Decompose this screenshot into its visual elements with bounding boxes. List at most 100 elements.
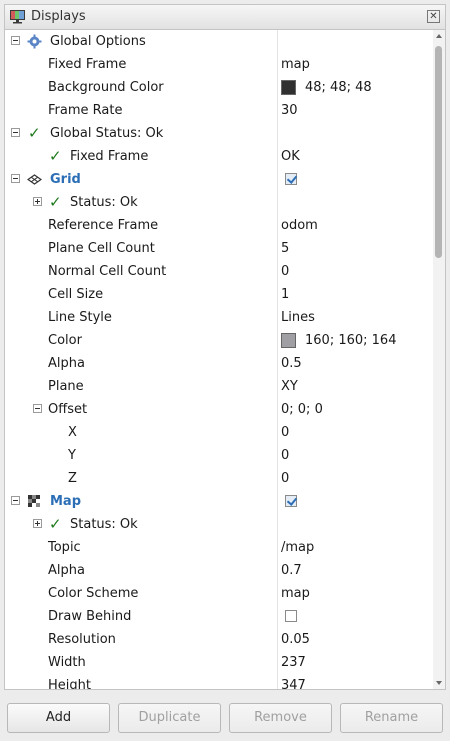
property-value[interactable]: 0 bbox=[281, 467, 289, 490]
property-name: Normal Cell Count bbox=[48, 264, 167, 279]
property-name: Frame Rate bbox=[48, 103, 123, 118]
property-row[interactable]: X 0 bbox=[5, 421, 433, 444]
status-row[interactable]: ✓ Status: Ok bbox=[5, 513, 433, 536]
property-name: Plane bbox=[48, 379, 84, 394]
property-name: Color Scheme bbox=[48, 586, 139, 601]
displays-tree[interactable]: Global Options Fixed Frame map Backgroun… bbox=[4, 29, 446, 690]
scroll-down-arrow-icon[interactable] bbox=[436, 681, 442, 685]
color-swatch[interactable] bbox=[281, 80, 296, 95]
property-name: Fixed Frame bbox=[48, 57, 127, 72]
property-row[interactable]: Normal Cell Count 0 bbox=[5, 260, 433, 283]
map-icon bbox=[28, 495, 40, 507]
property-name: Offset bbox=[48, 402, 88, 417]
vertical-scrollbar[interactable] bbox=[433, 30, 445, 689]
property-value[interactable]: 48; 48; 48 bbox=[305, 76, 372, 99]
property-name: Width bbox=[48, 655, 86, 670]
property-row[interactable]: Line Style Lines bbox=[5, 306, 433, 329]
property-row[interactable]: Alpha 0.7 bbox=[5, 559, 433, 582]
status-label: Status: Ok bbox=[70, 517, 138, 532]
display-label: Global Options bbox=[50, 34, 146, 49]
property-value[interactable]: 0; 0; 0 bbox=[281, 398, 323, 421]
property-row[interactable]: Draw Behind bbox=[5, 605, 433, 628]
status-row[interactable]: ✓ Fixed Frame OK bbox=[5, 145, 433, 168]
property-row[interactable]: Plane XY bbox=[5, 375, 433, 398]
collapse-toggle[interactable] bbox=[33, 404, 42, 413]
property-row[interactable]: Color 160; 160; 164 bbox=[5, 329, 433, 352]
property-value[interactable]: 237 bbox=[281, 651, 306, 674]
property-row[interactable]: Z 0 bbox=[5, 467, 433, 490]
scroll-up-arrow-icon[interactable] bbox=[436, 34, 442, 38]
property-value[interactable]: 0 bbox=[281, 421, 289, 444]
property-value[interactable]: map bbox=[281, 53, 310, 76]
property-name: Cell Size bbox=[48, 287, 104, 302]
duplicate-button[interactable]: Duplicate bbox=[118, 703, 221, 733]
check-icon: ✓ bbox=[49, 147, 62, 165]
property-name: Plane Cell Count bbox=[48, 241, 155, 256]
property-row[interactable]: Width 237 bbox=[5, 651, 433, 674]
display-enabled-checkbox[interactable] bbox=[285, 173, 297, 185]
property-name: Topic bbox=[48, 540, 81, 555]
property-row-offset[interactable]: Offset 0; 0; 0 bbox=[5, 398, 433, 421]
property-row[interactable]: Plane Cell Count 5 bbox=[5, 237, 433, 260]
property-value[interactable]: 0.5 bbox=[281, 352, 302, 375]
button-bar: Add Duplicate Remove Rename bbox=[0, 690, 450, 741]
status-value: OK bbox=[281, 149, 300, 164]
remove-button[interactable]: Remove bbox=[229, 703, 332, 733]
scrollbar-thumb[interactable] bbox=[435, 46, 442, 258]
property-row[interactable]: Topic /map bbox=[5, 536, 433, 559]
collapse-toggle[interactable] bbox=[11, 174, 20, 183]
expand-toggle[interactable] bbox=[33, 519, 42, 528]
color-swatch[interactable] bbox=[281, 333, 296, 348]
monitor-icon bbox=[10, 10, 25, 24]
close-icon[interactable]: ✕ bbox=[427, 10, 440, 23]
property-row[interactable]: Fixed Frame map bbox=[5, 53, 433, 76]
property-value[interactable]: XY bbox=[281, 375, 298, 398]
property-row[interactable]: Background Color 48; 48; 48 bbox=[5, 76, 433, 99]
property-row[interactable]: Color Scheme map bbox=[5, 582, 433, 605]
property-value[interactable]: /map bbox=[281, 536, 314, 559]
expand-toggle[interactable] bbox=[33, 197, 42, 206]
property-value[interactable]: 0 bbox=[281, 260, 289, 283]
status-name: Fixed Frame bbox=[70, 149, 149, 164]
display-label: Map bbox=[50, 494, 82, 509]
property-value[interactable]: 5 bbox=[281, 237, 289, 260]
tree-row-global-options[interactable]: Global Options bbox=[5, 30, 433, 53]
tree-row-global-status[interactable]: ✓ Global Status: Ok bbox=[5, 122, 433, 145]
display-enabled-checkbox[interactable] bbox=[285, 495, 297, 507]
check-icon: ✓ bbox=[28, 124, 41, 142]
property-value[interactable]: Lines bbox=[281, 306, 315, 329]
display-label: Grid bbox=[50, 172, 81, 187]
draw-behind-checkbox[interactable] bbox=[285, 610, 297, 622]
property-value[interactable]: odom bbox=[281, 214, 318, 237]
property-value[interactable]: 0 bbox=[281, 444, 289, 467]
property-value[interactable]: 1 bbox=[281, 283, 289, 306]
collapse-toggle[interactable] bbox=[11, 496, 20, 505]
tree-row-grid[interactable]: Grid bbox=[5, 168, 433, 191]
property-name: Alpha bbox=[48, 356, 85, 371]
property-value[interactable]: 30 bbox=[281, 99, 298, 122]
property-value[interactable]: 347 bbox=[281, 674, 306, 689]
property-row[interactable]: Alpha 0.5 bbox=[5, 352, 433, 375]
property-value[interactable]: 160; 160; 164 bbox=[305, 329, 396, 352]
property-row[interactable]: Cell Size 1 bbox=[5, 283, 433, 306]
property-value[interactable]: map bbox=[281, 582, 310, 605]
status-row[interactable]: ✓ Status: Ok bbox=[5, 191, 433, 214]
panel-title: Displays bbox=[31, 9, 86, 24]
check-icon: ✓ bbox=[49, 193, 62, 211]
property-name: Line Style bbox=[48, 310, 112, 325]
add-button[interactable]: Add bbox=[7, 703, 110, 733]
property-value[interactable]: 0.05 bbox=[281, 628, 310, 651]
collapse-toggle[interactable] bbox=[11, 36, 20, 45]
property-row[interactable]: Y 0 bbox=[5, 444, 433, 467]
property-row[interactable]: Reference Frame odom bbox=[5, 214, 433, 237]
collapse-toggle[interactable] bbox=[11, 128, 20, 137]
property-name: Resolution bbox=[48, 632, 116, 647]
property-value[interactable]: 0.7 bbox=[281, 559, 302, 582]
property-name: Height bbox=[48, 678, 91, 690]
tree-row-map[interactable]: Map bbox=[5, 490, 433, 513]
property-row[interactable]: Resolution 0.05 bbox=[5, 628, 433, 651]
rename-button[interactable]: Rename bbox=[340, 703, 443, 733]
property-name: Alpha bbox=[48, 563, 85, 578]
property-row[interactable]: Frame Rate 30 bbox=[5, 99, 433, 122]
property-row[interactable]: Height 347 bbox=[5, 674, 433, 690]
